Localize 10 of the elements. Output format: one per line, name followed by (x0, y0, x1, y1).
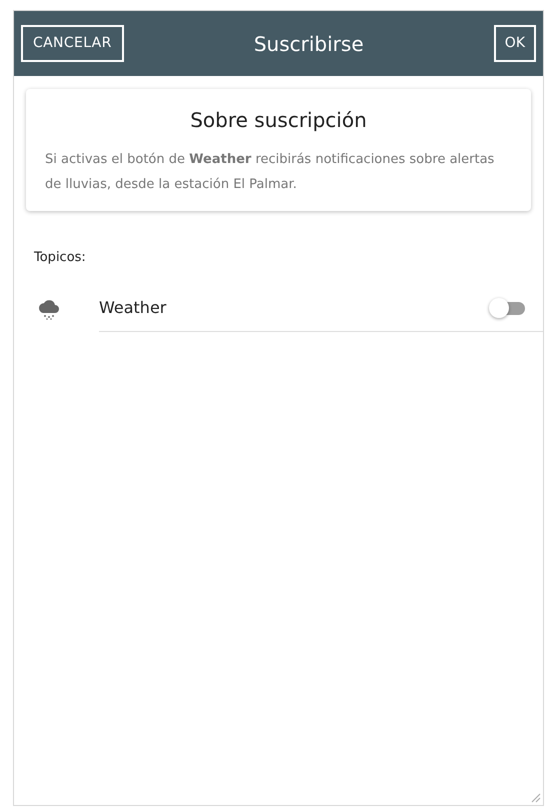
resize-grip-icon[interactable] (529, 791, 541, 803)
cancel-button[interactable]: CANCELAR (21, 25, 124, 62)
topics-label: Topicos: (34, 249, 87, 267)
rain-cloud-icon (37, 298, 61, 320)
dialog-title: Suscribirse (254, 30, 364, 58)
toggle-switch[interactable] (489, 298, 525, 318)
card-text: Si activas el botón de Weather recibirás notificaciones sobre alertas de lluvias, desde la estación El Palmar. (45, 151, 496, 194)
topic-label: Weather (99, 297, 166, 319)
ok-button[interactable]: OK (494, 25, 536, 62)
card-title: Sobre suscripción (189, 107, 368, 134)
